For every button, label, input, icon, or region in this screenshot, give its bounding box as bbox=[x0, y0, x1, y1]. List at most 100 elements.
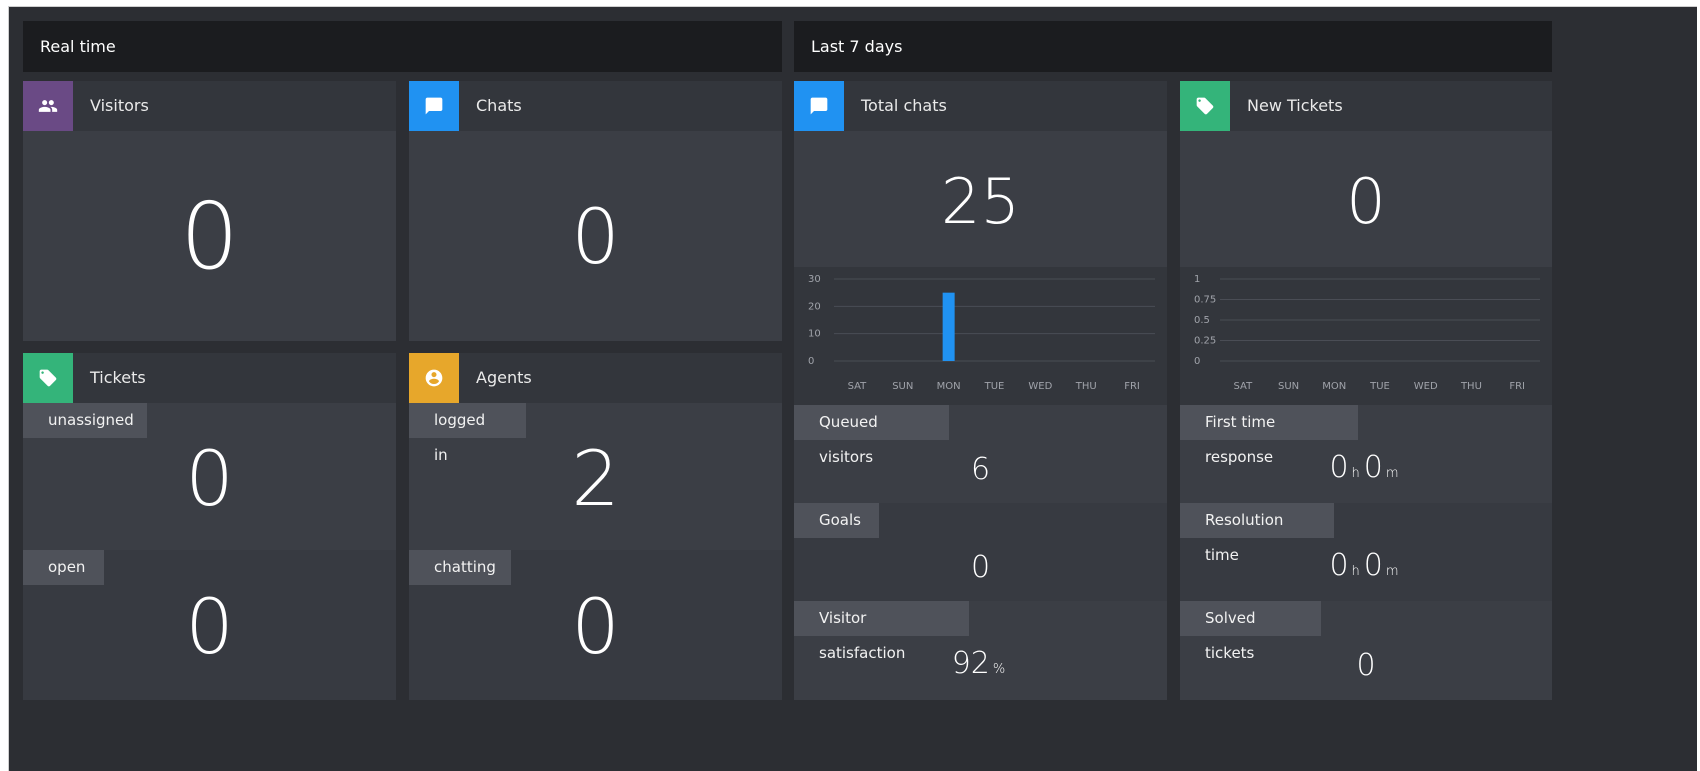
x-tick-label: WED bbox=[1028, 381, 1052, 392]
open-label: open bbox=[23, 550, 104, 585]
goals-label: Goals bbox=[794, 503, 879, 538]
y-tick-label: 30 bbox=[808, 274, 821, 285]
dashboard: Real time Last 7 days Visitors 0 Chats 0 bbox=[8, 6, 1697, 771]
x-tick-label: MON bbox=[937, 381, 961, 392]
queued-panel: Queued visitors 6 bbox=[794, 405, 1167, 503]
realtime-title: Real time bbox=[40, 37, 116, 56]
minute-unit: m bbox=[1385, 564, 1399, 579]
chats-card-header: Chats bbox=[409, 81, 782, 131]
tickets-card: Tickets unassigned 0 open 0 bbox=[23, 353, 396, 700]
tag-icon bbox=[23, 353, 73, 403]
y-tick-label: 0.25 bbox=[1194, 336, 1216, 347]
x-tick-label: FRI bbox=[1509, 381, 1525, 392]
total-chats-card: Total chats 25 0 10 20 30 SAT SUN MON TUE WED THU… bbox=[794, 81, 1167, 700]
goals-panel: Goals 0 bbox=[794, 503, 1167, 601]
solved-panel: Solved tickets 0 bbox=[1180, 601, 1552, 700]
visitors-card: Visitors 0 bbox=[23, 81, 396, 341]
solved-label: Solved tickets bbox=[1180, 601, 1321, 662]
tag-icon bbox=[1180, 81, 1230, 131]
unassigned-count: 0 bbox=[185, 434, 234, 523]
agents-title: Agents bbox=[476, 368, 532, 387]
chats-card: Chats 0 bbox=[409, 81, 782, 341]
chat-icon bbox=[409, 81, 459, 131]
goals-count: 0 bbox=[970, 550, 991, 585]
new-tickets-title: New Tickets bbox=[1247, 96, 1343, 115]
first-response-label: First time response bbox=[1180, 405, 1358, 466]
new-tickets-count: 0 bbox=[1346, 165, 1386, 238]
total-chats-count: 25 bbox=[941, 165, 1020, 238]
tickets-card-header: Tickets bbox=[23, 353, 396, 403]
y-tick-label: 0.75 bbox=[1194, 295, 1216, 306]
y-tick-label: 1 bbox=[1194, 274, 1200, 285]
visitors-title: Visitors bbox=[90, 96, 149, 115]
new-tickets-card-header: New Tickets bbox=[1180, 81, 1552, 131]
y-tick-label: 10 bbox=[808, 329, 821, 340]
chart-bar bbox=[942, 292, 955, 361]
agent-icon bbox=[409, 353, 459, 403]
hour-unit: h bbox=[1351, 466, 1360, 481]
hour-unit: h bbox=[1351, 564, 1360, 579]
logged-in-panel: logged in 2 bbox=[409, 403, 782, 550]
total-chats-chart: 0 10 20 30 SAT SUN MON TUE WED THU FRI bbox=[794, 267, 1167, 405]
x-tick-label: TUE bbox=[1369, 381, 1390, 392]
visitors-card-header: Visitors bbox=[23, 81, 396, 131]
solved-count: 0 bbox=[1356, 648, 1376, 683]
satisfaction-value: 92% bbox=[794, 647, 1167, 687]
new-tickets-card: New Tickets 0 0 0.25 0.5 0.75 1 SAT SUN MON TUE W… bbox=[1180, 81, 1552, 700]
x-tick-label: TUE bbox=[984, 381, 1005, 392]
total-chats-title: Total chats bbox=[861, 96, 947, 115]
x-tick-label: THU bbox=[1460, 381, 1482, 392]
chatting-count: 0 bbox=[571, 582, 620, 671]
x-tick-label: WED bbox=[1414, 381, 1438, 392]
new-tickets-chart-svg: 0 0.25 0.5 0.75 1 SAT SUN MON TUE WED THU FRI bbox=[1194, 274, 1540, 392]
first-response-panel: First time response 0h0m bbox=[1180, 405, 1552, 503]
satisfaction-number: 92 bbox=[951, 646, 990, 681]
resolution-minutes: 0 bbox=[1363, 548, 1383, 583]
chats-title: Chats bbox=[476, 96, 522, 115]
open-count: 0 bbox=[185, 582, 234, 671]
resolution-panel: Resolution time 0h0m bbox=[1180, 503, 1552, 601]
resolution-value: 0h0m bbox=[1180, 549, 1552, 589]
realtime-header: Real time bbox=[23, 21, 782, 72]
first-response-hours: 0 bbox=[1329, 450, 1349, 485]
new-tickets-chart: 0 0.25 0.5 0.75 1 SAT SUN MON TUE WED THU FRI bbox=[1180, 267, 1552, 405]
agents-card: Agents logged in 2 chatting 0 bbox=[409, 353, 782, 700]
y-tick-label: 0 bbox=[808, 356, 814, 367]
satisfaction-label: Visitor satisfaction bbox=[794, 601, 969, 662]
unassigned-label: unassigned bbox=[23, 403, 147, 438]
queued-label: Queued visitors bbox=[794, 405, 949, 466]
y-tick-label: 20 bbox=[808, 301, 821, 312]
last7-header: Last 7 days bbox=[794, 21, 1552, 72]
x-tick-label: MON bbox=[1322, 381, 1346, 392]
resolution-label: Resolution time bbox=[1180, 503, 1334, 564]
x-tick-label: FRI bbox=[1124, 381, 1140, 392]
tickets-title: Tickets bbox=[90, 368, 146, 387]
x-tick-label: SAT bbox=[848, 381, 868, 392]
first-response-minutes: 0 bbox=[1363, 450, 1383, 485]
satisfaction-panel: Visitor satisfaction 92% bbox=[794, 601, 1167, 700]
chats-count: 0 bbox=[571, 192, 620, 281]
resolution-hours: 0 bbox=[1329, 548, 1349, 583]
minute-unit: m bbox=[1385, 466, 1399, 481]
total-chats-chart-svg: 0 10 20 30 SAT SUN MON TUE WED THU FRI bbox=[808, 274, 1155, 392]
users-icon bbox=[23, 81, 73, 131]
queued-count: 6 bbox=[970, 452, 991, 487]
y-tick-label: 0.5 bbox=[1194, 315, 1210, 326]
unassigned-panel: unassigned 0 bbox=[23, 403, 396, 550]
chat-icon bbox=[794, 81, 844, 131]
x-tick-label: SUN bbox=[892, 381, 913, 392]
y-tick-label: 0 bbox=[1194, 356, 1200, 367]
first-response-value: 0h0m bbox=[1180, 451, 1552, 491]
chatting-panel: chatting 0 bbox=[409, 550, 782, 700]
last7-title: Last 7 days bbox=[811, 37, 903, 56]
agents-card-header: Agents bbox=[409, 353, 782, 403]
x-tick-label: SAT bbox=[1233, 381, 1253, 392]
visitors-count: 0 bbox=[180, 183, 239, 290]
logged-in-label: logged in bbox=[409, 403, 526, 464]
total-chats-card-header: Total chats bbox=[794, 81, 1167, 131]
x-tick-label: THU bbox=[1075, 381, 1097, 392]
logged-in-count: 2 bbox=[571, 434, 620, 523]
chatting-label: chatting bbox=[409, 550, 511, 585]
percent-unit: % bbox=[992, 662, 1006, 677]
x-tick-label: SUN bbox=[1278, 381, 1299, 392]
